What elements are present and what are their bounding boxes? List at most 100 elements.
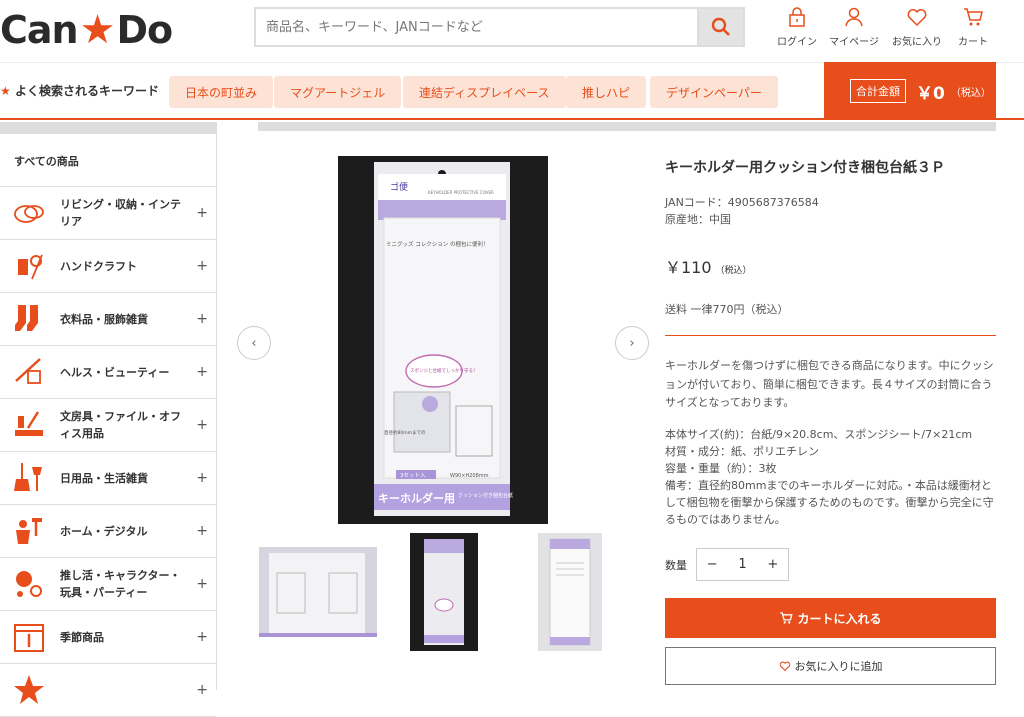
logo-text-right: Do [116, 8, 173, 52]
login-label: ログイン [777, 37, 817, 48]
product-main-image[interactable]: ゴ便 KEYHOLDER PROTECTIVE COVER ミニグッズ コレクシ… [338, 156, 548, 524]
gallery-next-button[interactable]: › [615, 326, 649, 360]
sidebar-item-label: ヘルス・ビューティー [60, 365, 170, 379]
gallery-prev-button[interactable]: ‹ [237, 326, 271, 360]
product-price: ￥110 （税込） [665, 254, 752, 278]
product-package-image: ゴ便 KEYHOLDER PROTECTIVE COVER ミニグッズ コレクシ… [338, 156, 548, 524]
add-to-cart-button[interactable]: カートに入れる [665, 598, 996, 638]
spec-line: 備考：直径約80mmまでのキーホルダーに対応。・本品は緩衝材として梱包物を衝撃か… [665, 479, 994, 526]
category-sidebar: すべての商品 リビング・収納・インテリア + ハンドクラフト + 衣料品・服飾雑… [0, 122, 217, 717]
keyword-title: ★ よく検索されるキーワード [0, 82, 159, 99]
package-promo-text: ミニグッズ コレクション の梱包に便利！ [386, 240, 489, 248]
sidebar-item-beauty[interactable]: ヘルス・ビューティー + [0, 346, 216, 399]
chevron-right-icon: › [629, 335, 635, 351]
sidebar-item-label: 季節商品 [60, 630, 104, 644]
star-icon [12, 673, 46, 707]
chevron-left-icon: ‹ [251, 335, 257, 351]
product-title: キーホルダー用クッション付き梱包台紙３Ｐ [665, 160, 945, 176]
sidebar-item-label: 日用品・生活雑貨 [60, 471, 148, 485]
cart-total-amount: ￥0 [916, 83, 945, 104]
thumbnail-image [412, 535, 476, 649]
living-icon [12, 196, 46, 230]
mypage-label: マイページ [829, 37, 879, 48]
thumbnail-image [538, 533, 602, 651]
search-input[interactable] [256, 9, 697, 45]
expand-icon[interactable]: + [196, 311, 208, 327]
keyword-chip[interactable]: デザインペーパー [650, 76, 778, 108]
package-count-text: 3セット入 [400, 472, 426, 479]
mypage-link[interactable]: マイページ [819, 6, 889, 48]
expand-icon[interactable]: + [196, 364, 208, 380]
heart-icon [779, 661, 790, 672]
sidebar-item-handcraft[interactable]: ハンドクラフト + [0, 240, 216, 293]
product-origin: 原産地：中国 [665, 213, 731, 226]
quantity-stepper: − 1 + [696, 548, 789, 581]
quantity-plus-button[interactable]: + [758, 557, 788, 572]
sidebar-item-clothing[interactable]: 衣料品・服飾雑貨 + [0, 293, 216, 346]
package-subtitle-text: KEYHOLDER PROTECTIVE COVER [428, 190, 494, 195]
handcraft-icon [12, 249, 46, 283]
sidebar-item-label: ハンドクラフト [60, 259, 137, 273]
expand-icon[interactable]: + [196, 205, 208, 221]
expand-icon[interactable]: + [196, 258, 208, 274]
all-products-link[interactable]: すべての商品 [0, 134, 216, 187]
cart-link[interactable]: カート [938, 6, 1008, 48]
expand-icon[interactable]: + [196, 417, 208, 433]
content-top-bar [258, 122, 996, 131]
cart-icon [780, 612, 794, 624]
keyword-chip[interactable]: 日本の町並み [169, 76, 274, 108]
keyword-chip[interactable]: マグアートジェル [274, 76, 402, 108]
cart-icon [964, 8, 983, 26]
package-size-text: W90×H208mm [450, 473, 489, 479]
cart-label: カート [958, 37, 988, 48]
sidebar-item-more[interactable]: + [0, 664, 216, 717]
quantity-minus-button[interactable]: − [697, 557, 727, 572]
expand-icon[interactable]: + [196, 576, 208, 592]
stationery-icon [12, 408, 46, 442]
expand-icon[interactable]: + [196, 629, 208, 645]
sidebar-item-label: ホーム・デジタル [60, 524, 148, 538]
spec-line: 材質・成分：紙、ポリエチレン [665, 445, 819, 458]
package-brand-text: ゴ便 [390, 181, 408, 193]
search-bar [254, 7, 745, 47]
quantity-label: 数量 [665, 559, 687, 572]
add-to-favorites-button[interactable]: お気に入りに追加 [665, 647, 996, 685]
sidebar-item-living[interactable]: リビング・収納・インテリア + [0, 187, 216, 240]
divider [665, 335, 996, 336]
logo-star-icon: ★ [79, 7, 116, 53]
product-description: キーホルダーを傷つけずに梱包できる商品になります。中にクッションが付いており、簡… [665, 359, 994, 409]
calendar-icon [12, 620, 46, 654]
add-to-cart-label: カートに入れる [797, 611, 882, 626]
quantity-value[interactable]: 1 [727, 557, 757, 572]
price-tax: （税込） [715, 266, 752, 276]
expand-icon[interactable]: + [196, 470, 208, 486]
logo-text-left: Can [0, 8, 79, 52]
expand-icon[interactable]: + [196, 682, 208, 698]
expand-icon[interactable]: + [196, 523, 208, 539]
sidebar-item-oshi[interactable]: 推し活・キャラクター・玩具・パーティー + [0, 558, 216, 611]
sidebar-item-home[interactable]: ホーム・デジタル + [0, 505, 216, 558]
socks-icon [12, 302, 46, 336]
user-icon [845, 7, 863, 27]
tools-icon [12, 514, 46, 548]
cart-total-label: 合計金額 [850, 79, 906, 103]
thumbnail-1[interactable] [259, 533, 377, 651]
sidebar-item-label: 推し活・キャラクター・玩具・パーティー [60, 569, 181, 599]
site-logo[interactable]: Can ★ Do [0, 7, 173, 53]
keyword-chip[interactable]: 推しハピ [566, 76, 647, 108]
party-icon [12, 567, 46, 601]
keyword-title-text: よく検索されるキーワード [14, 84, 159, 98]
heart-icon [907, 9, 927, 27]
sidebar-item-seasonal[interactable]: 季節商品 + [0, 611, 216, 664]
keyword-chip[interactable]: 連結ディスプレイベース [403, 76, 566, 108]
sidebar-item-stationery[interactable]: 文房具・ファイル・オフィス用品 + [0, 399, 216, 452]
search-button[interactable] [697, 9, 743, 45]
sidebar-item-daily[interactable]: 日用品・生活雑貨 + [0, 452, 216, 505]
search-icon [711, 17, 730, 36]
price-value: ￥110 [665, 258, 712, 277]
thumbnail-3[interactable] [538, 533, 602, 651]
lock-icon [789, 7, 805, 27]
package-max-text: 直径約80mmまでの [384, 429, 426, 436]
thumbnail-2-selected[interactable] [410, 533, 478, 651]
cart-total[interactable]: 合計金額 ￥0 （税込） [824, 62, 996, 120]
